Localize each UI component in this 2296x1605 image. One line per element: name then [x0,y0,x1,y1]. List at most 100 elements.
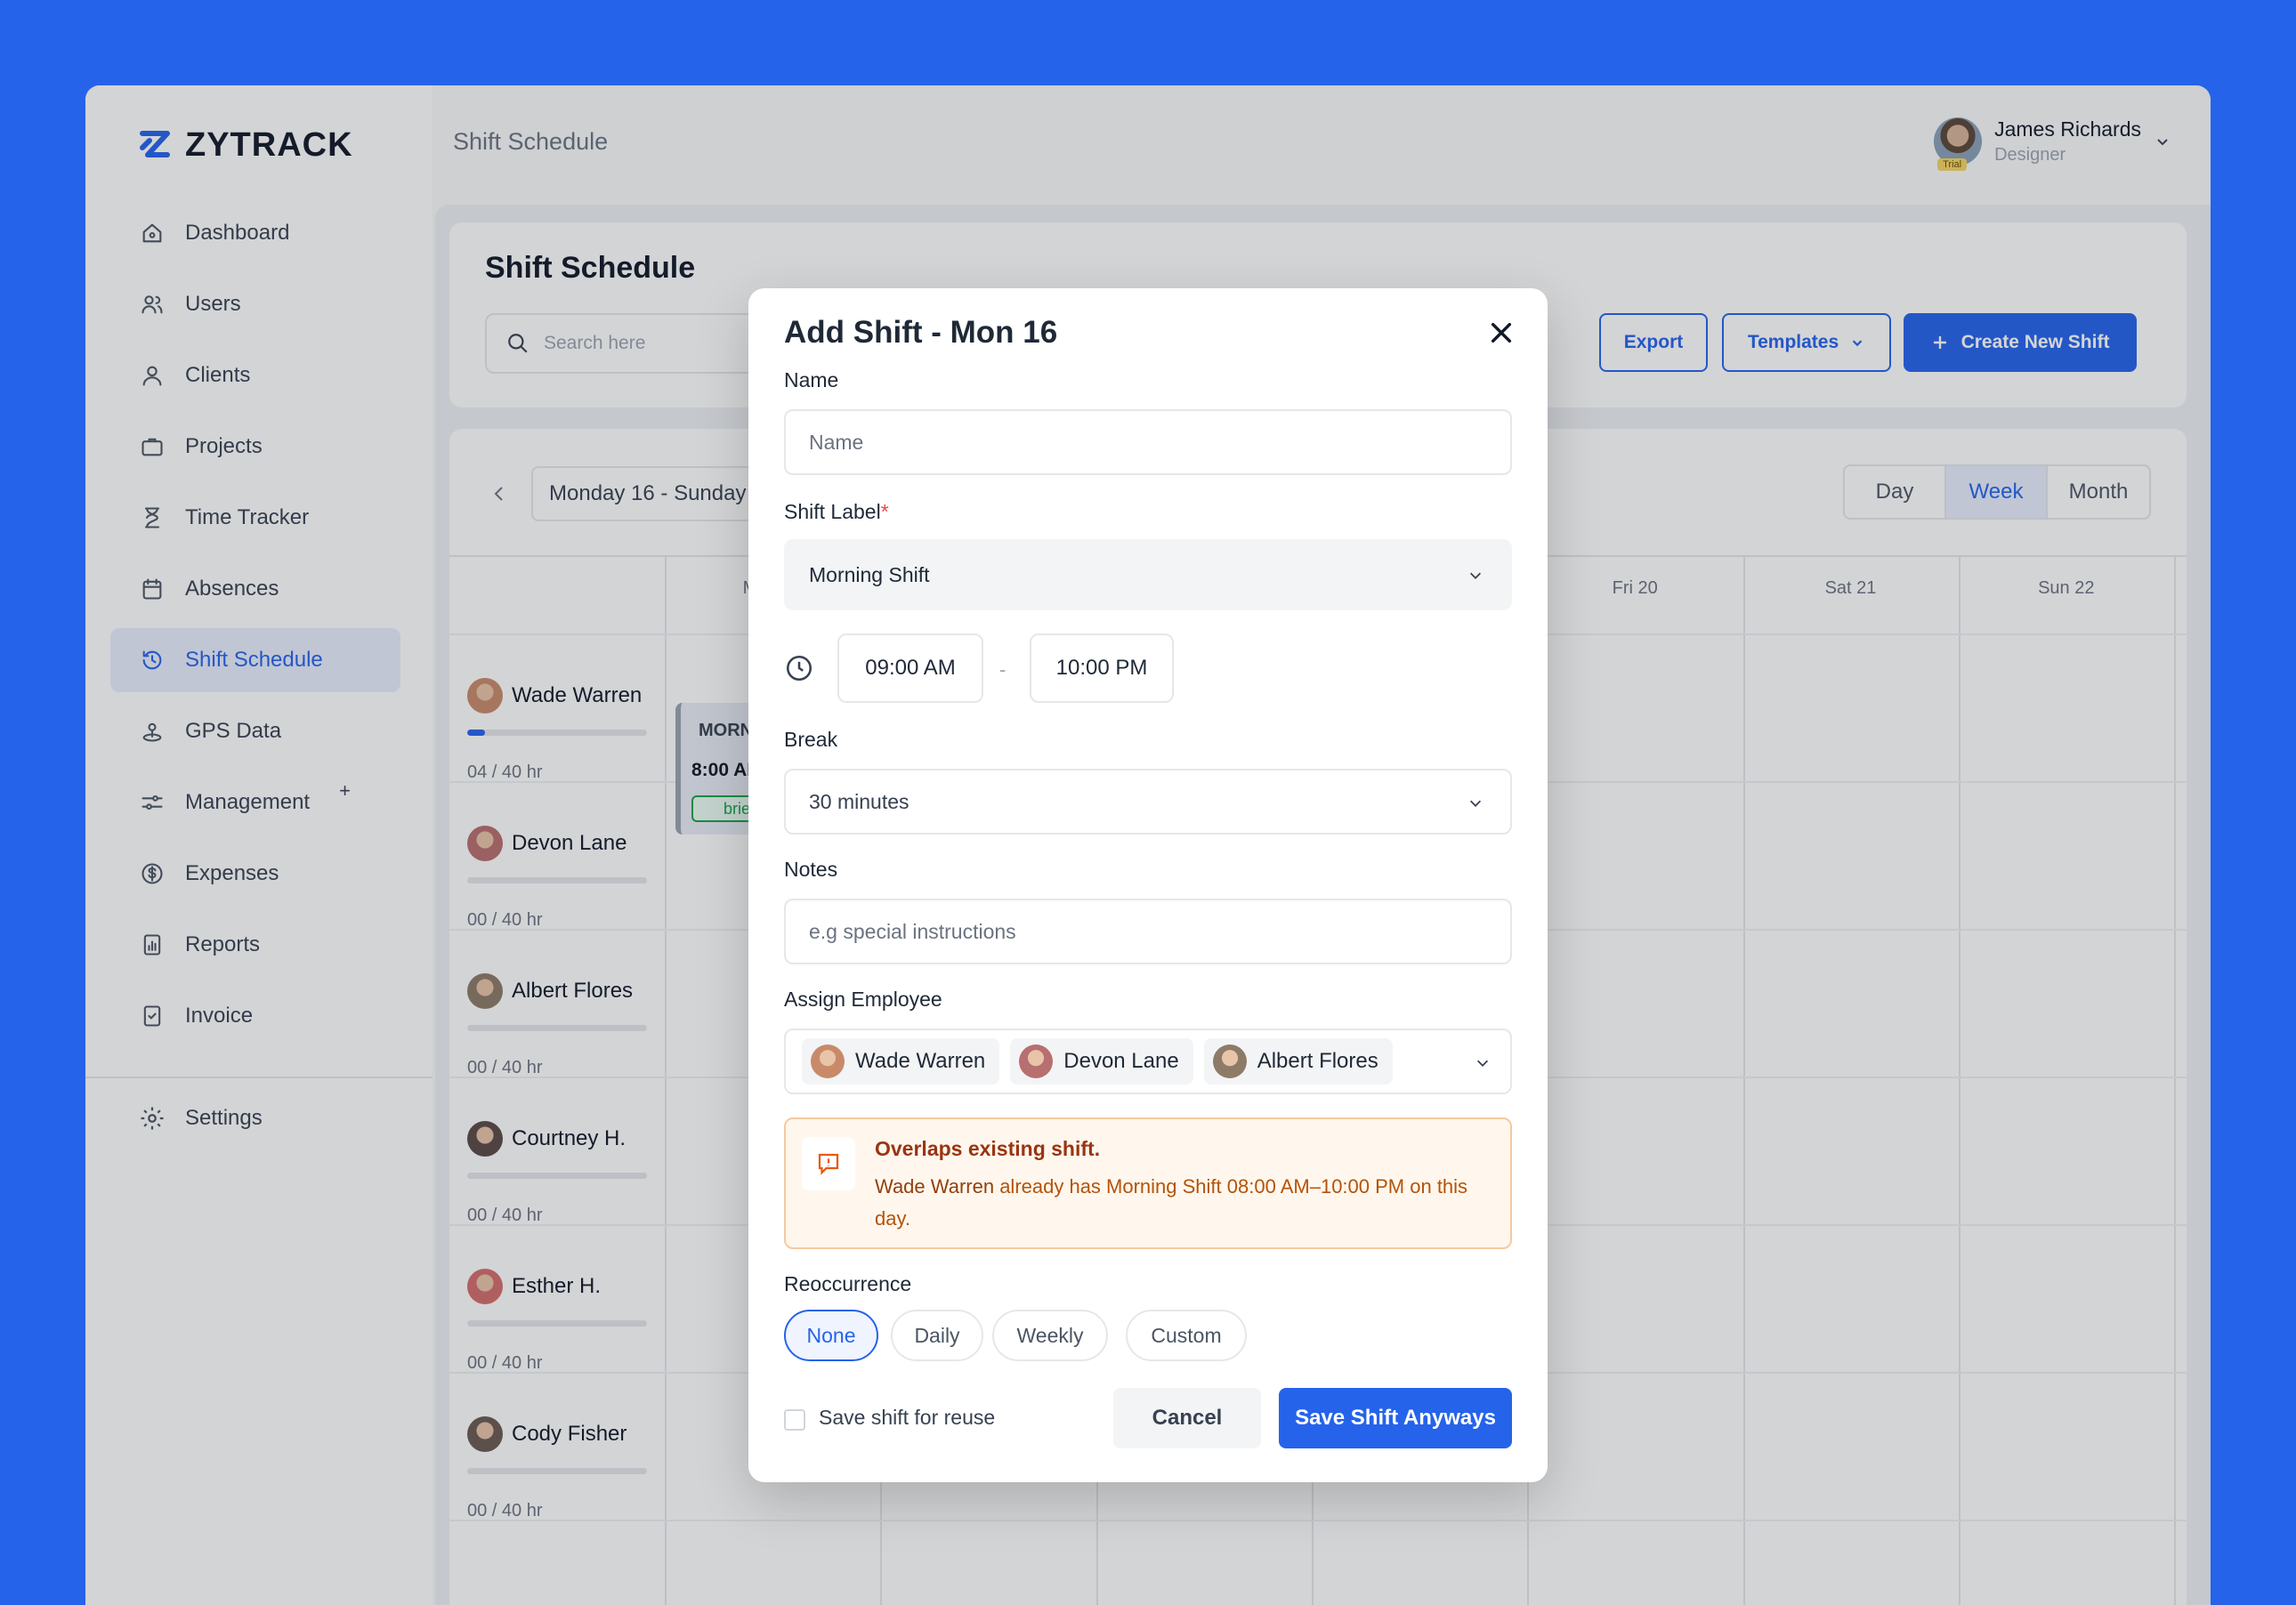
avatar [1019,1044,1054,1078]
avatar [811,1044,845,1078]
zytrack-logo-icon [140,130,170,157]
employee-hours: 00 / 40 hr [467,1206,543,1225]
search-placeholder: Search here [544,333,646,353]
sidebar: ZYTRACK Dashboard Users Clients Projects Tim… [85,85,433,1605]
sidebar-item-gps-data[interactable]: GPS Data [110,699,400,763]
sidebar-item-expenses[interactable]: Expenses [110,842,400,906]
assigned-employee-chip[interactable]: Wade Warren [802,1038,1000,1085]
sliders-icon [139,789,166,816]
grid-column-line [2174,555,2177,1605]
templates-button[interactable]: Templates [1722,313,1891,372]
hours-progress-bar [467,1025,647,1031]
required-marker: * [880,500,889,523]
sidebar-item-projects[interactable]: Projects [110,415,400,479]
sidebar-item-users[interactable]: Users [110,272,400,336]
assigned-employee-name: Albert Flores [1257,1049,1378,1073]
assigned-employee-name: Devon Lane [1063,1049,1179,1073]
templates-label: Templates [1747,332,1839,352]
sidebar-item-time-tracker[interactable]: Time Tracker [110,486,400,550]
recurrence-none-option[interactable]: None [784,1310,878,1361]
employee-hours: 00 / 40 hr [467,910,543,930]
user-menu[interactable]: Trial James Richards Designer [1934,117,2171,171]
assign-employee-select[interactable]: Wade Warren Devon Lane Albert Flores [784,1028,1512,1094]
hours-progress-bar [467,730,647,736]
name-field[interactable]: Name [784,409,1512,475]
hours-progress-fill [467,730,486,736]
day-header: Fri 20 [1612,578,1658,598]
brand-name: ZYTRACK [185,126,353,164]
recurrence-custom-option[interactable]: Custom [1126,1310,1247,1361]
break-value: 30 minutes [809,789,910,813]
chevron-down-icon [1469,800,1482,807]
sidebar-item-settings[interactable]: Settings [139,1105,263,1132]
sidebar-item-label: Shift Schedule [185,648,323,672]
employee-name: Esther H. [512,1274,602,1298]
avatar [467,1416,503,1452]
sidebar-item-label: Users [185,292,241,316]
expand-plus-icon[interactable]: + [339,779,351,802]
break-label: Break [784,728,838,751]
employee-row: Cody Fisher 00 / 40 hr [467,1416,649,1521]
employee-name: Wade Warren [512,683,643,707]
assign-employee-label: Assign Employee [784,988,942,1011]
sidebar-item-shift-schedule[interactable]: Shift Schedule [110,628,400,692]
create-new-shift-button[interactable]: Create New Shift [1904,313,2137,372]
assigned-employee-chip[interactable]: Devon Lane [1010,1038,1193,1085]
dollar-icon [139,860,166,887]
sidebar-item-clients[interactable]: Clients [110,343,400,407]
avatar [467,1121,503,1157]
add-shift-modal: Add Shift - Mon 16 Name Name Shift Label… [748,288,1548,1482]
save-reuse-label: Save shift for reuse [819,1406,996,1429]
employee-hours: 04 / 40 hr [467,762,543,782]
save-reuse-checkbox[interactable] [784,1409,805,1431]
hours-progress-bar [467,1320,647,1327]
employee-name: Courtney H. [512,1126,627,1150]
assigned-employee-chip[interactable]: Albert Flores [1203,1038,1393,1085]
cancel-button[interactable]: Cancel [1113,1388,1261,1448]
chevron-left-icon[interactable] [489,483,510,504]
hours-progress-bar [467,1468,647,1474]
close-icon[interactable] [1487,319,1516,347]
export-button[interactable]: Export [1599,313,1708,372]
shift-label-text: Shift Label [784,500,881,523]
start-time-input[interactable]: 09:00 AM [837,633,983,703]
employee-hours: 00 / 40 hr [467,1501,543,1520]
recurrence-daily-option[interactable]: Daily [891,1310,983,1361]
sidebar-nav: Dashboard Users Clients Projects Time Tracke… [110,201,400,1055]
break-select[interactable]: 30 minutes [784,769,1512,835]
sidebar-item-label: GPS Data [185,719,282,743]
save-shift-button[interactable]: Save Shift Anyways [1279,1388,1512,1448]
warning-title: Overlaps existing shift. [875,1137,1101,1160]
shift-label-label: Shift Label* [784,500,889,524]
sidebar-item-label: Absences [185,577,279,601]
view-week-button[interactable]: Week [1946,466,2048,518]
sidebar-item-dashboard[interactable]: Dashboard [110,201,400,265]
notes-placeholder: e.g special instructions [809,919,1016,943]
export-label: Export [1623,332,1684,352]
sidebar-item-reports[interactable]: Reports [110,913,400,977]
sidebar-item-label: Invoice [185,1004,254,1028]
sidebar-item-invoice[interactable]: Invoice [110,984,400,1048]
end-time-input[interactable]: 10:00 PM [1030,633,1174,703]
trial-badge: Trial [1937,158,1968,171]
view-day-button[interactable]: Day [1845,466,1946,518]
topbar-title: Shift Schedule [453,128,609,155]
shift-label-select[interactable]: Morning Shift [784,539,1512,610]
home-icon [139,220,166,246]
sidebar-item-absences[interactable]: Absences [110,557,400,621]
notes-label: Notes [784,858,838,881]
notes-field[interactable]: e.g special instructions [784,899,1512,964]
recurrence-weekly-option[interactable]: Weekly [992,1310,1108,1361]
view-month-button[interactable]: Month [2048,466,2149,518]
grid-column-line [1958,555,1960,1605]
date-range-selector[interactable]: Monday 16 - Sunday 22 [531,466,763,521]
shift-label-value: Morning Shift [809,562,930,586]
chevron-down-icon [2157,139,2168,146]
time-separator: - [999,658,1007,681]
sidebar-item-label: Reports [185,932,261,956]
sidebar-item-management[interactable]: Management + [110,770,400,835]
employee-row: Devon Lane 00 / 40 hr [467,826,649,931]
users-icon [139,291,166,318]
logo[interactable]: ZYTRACK [137,126,353,165]
map-pin-icon [139,718,166,745]
